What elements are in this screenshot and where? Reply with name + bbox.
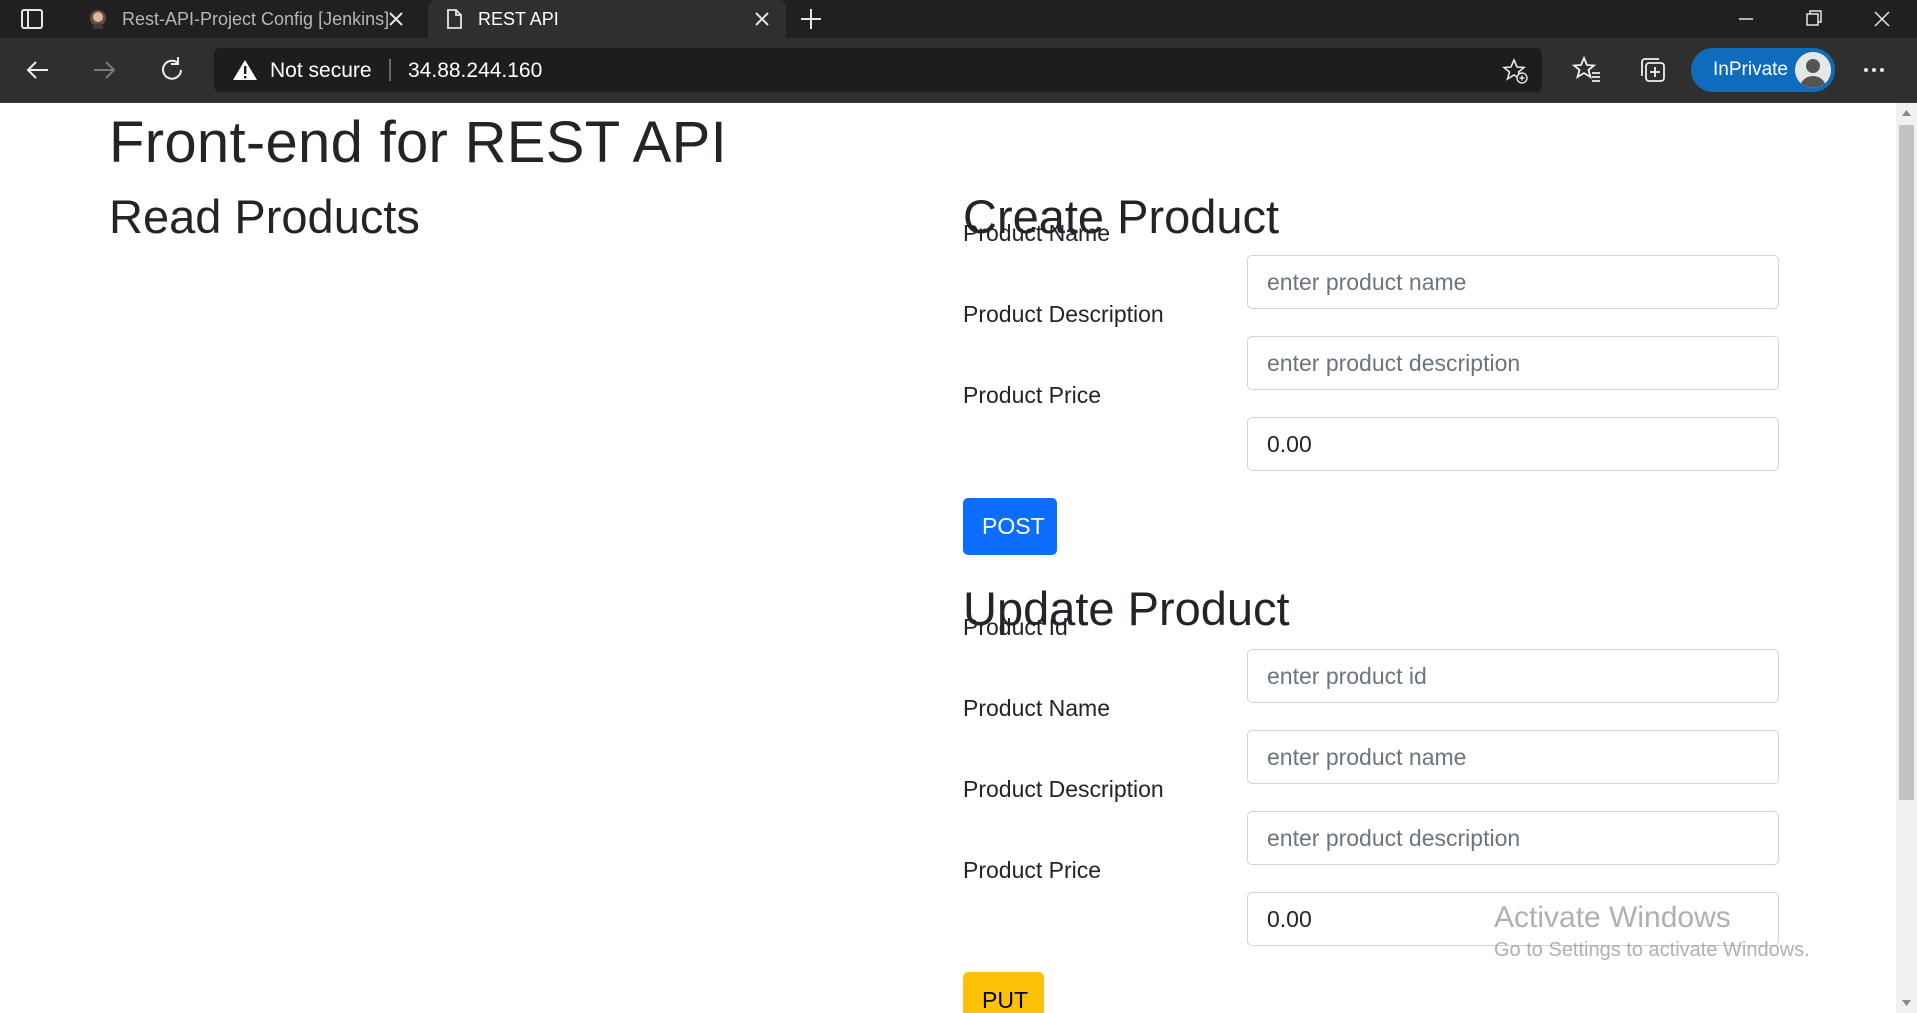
close-icon[interactable]: [752, 9, 772, 29]
update-id-input[interactable]: [1247, 649, 1779, 703]
page-favicon-icon: [447, 9, 462, 29]
update-name-label: Product Name: [963, 695, 1111, 721]
inprivate-button[interactable]: InPrivate: [1691, 48, 1835, 92]
scrollbar-thumb[interactable]: [1899, 125, 1914, 800]
warning-icon[interactable]: [232, 58, 258, 82]
scroll-down-arrow-icon[interactable]: [1896, 993, 1917, 1013]
restore-icon[interactable]: [1780, 0, 1848, 38]
add-favorite-icon[interactable]: [1502, 58, 1528, 84]
refresh-icon[interactable]: [156, 54, 188, 86]
create-name-label: Product Name: [963, 220, 1111, 246]
security-label[interactable]: Not secure: [270, 59, 372, 83]
page-title: Front-end for REST API: [109, 110, 728, 175]
create-name-input[interactable]: [1247, 255, 1779, 309]
create-description-label: Product Description: [963, 301, 1164, 327]
put-button[interactable]: PUT: [963, 972, 1044, 1013]
watermark-subtitle: Go to Settings to activate Windows.: [1494, 939, 1810, 961]
update-price-label: Product Price: [963, 857, 1102, 883]
close-window-icon[interactable]: [1848, 0, 1916, 38]
plus-icon[interactable]: [798, 6, 824, 32]
inprivate-label: InPrivate: [1713, 59, 1788, 80]
tab-title: REST API: [478, 9, 559, 29]
tab-jenkins-config[interactable]: Rest-API-Project Config [Jenkins]: [72, 0, 420, 38]
tab-title: Rest-API-Project Config [Jenkins]: [122, 9, 390, 29]
create-price-label: Product Price: [963, 382, 1102, 408]
close-icon[interactable]: [386, 9, 406, 29]
update-name-input[interactable]: [1247, 730, 1779, 784]
address-separator: [389, 59, 391, 81]
profile-avatar-icon: [1795, 52, 1831, 88]
collections-icon[interactable]: [1637, 54, 1669, 86]
watermark-title: Activate Windows: [1494, 901, 1731, 934]
forward-arrow-icon[interactable]: [88, 54, 120, 86]
page-content: Front-end for REST API Read Products Cre…: [0, 103, 1896, 1013]
favorites-icon[interactable]: [1571, 54, 1603, 86]
minimize-icon[interactable]: [1712, 0, 1780, 38]
scroll-up-arrow-icon[interactable]: [1896, 103, 1917, 123]
create-price-input[interactable]: [1247, 417, 1779, 471]
vertical-scrollbar[interactable]: [1896, 103, 1917, 1013]
url-text[interactable]: 34.88.244.160: [408, 59, 542, 83]
browser-tab-bar: Rest-API-Project Config [Jenkins] REST A…: [0, 0, 1917, 38]
address-bar[interactable]: Not secure 34.88.244.160: [214, 48, 1542, 92]
tab-rest-api[interactable]: REST API: [428, 0, 786, 38]
more-icon[interactable]: [1858, 54, 1890, 86]
update-description-input[interactable]: [1247, 811, 1779, 865]
activate-windows-watermark: Activate Windows Go to Settings to activ…: [1494, 901, 1810, 962]
update-description-label: Product Description: [963, 776, 1164, 802]
read-products-heading: Read Products: [109, 190, 420, 243]
jenkins-favicon-icon: [90, 10, 106, 29]
update-id-label: Product Id: [963, 614, 1068, 640]
back-arrow-icon[interactable]: [22, 54, 54, 86]
sidebar-toggle-icon[interactable]: [18, 6, 46, 32]
browser-toolbar: Not secure 34.88.244.160 InPrivate: [0, 38, 1917, 103]
create-description-input[interactable]: [1247, 336, 1779, 390]
post-button[interactable]: POST: [963, 498, 1057, 555]
